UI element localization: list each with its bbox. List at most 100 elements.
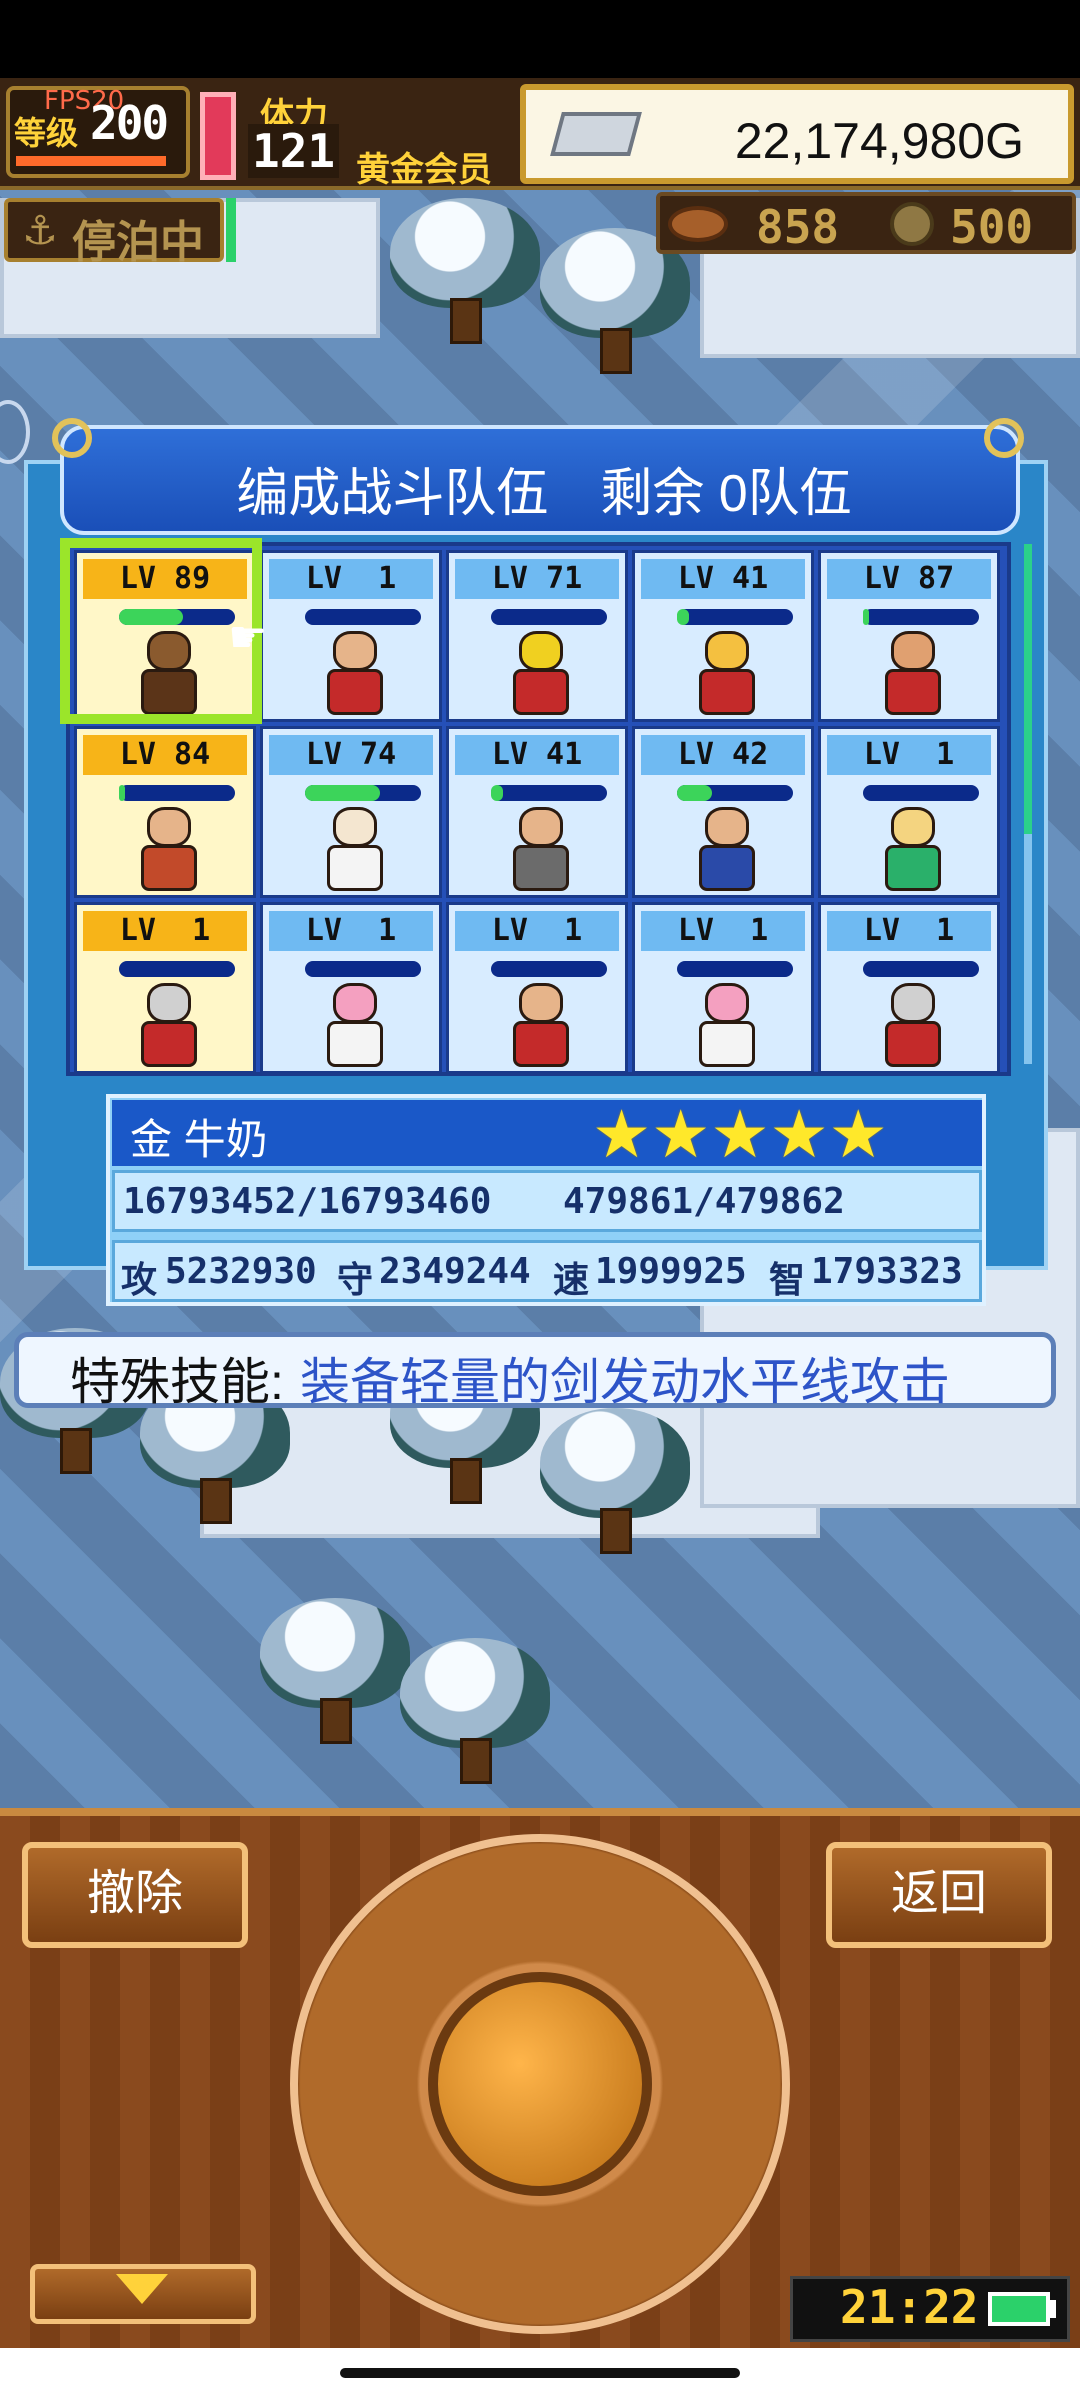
member-hp-bar — [863, 785, 979, 801]
resource-panel: 858 500 — [656, 192, 1076, 254]
stats-row: 攻 5232930 守 2349244 速 1999925 智 1793323 — [112, 1240, 982, 1302]
party-member-slot[interactable]: LV 41 — [632, 550, 814, 722]
grid-scroll-thumb[interactable] — [1024, 544, 1032, 834]
dock-status-label: 停泊中 — [72, 218, 204, 267]
member-hp-bar — [677, 961, 793, 977]
member-hp-bar — [677, 785, 793, 801]
member-level: LV 1 — [305, 561, 397, 596]
clock: 21:22 — [840, 2280, 979, 2334]
skill-description: 装备轻量的剑发动水平线攻击 — [300, 1354, 950, 1410]
stamina-value: 121 — [248, 124, 340, 178]
member-level: LV 1 — [863, 737, 955, 772]
party-member-slot[interactable]: LV 74 — [260, 726, 442, 898]
attack-label: 攻 — [121, 1260, 158, 1301]
member-level: LV 41 — [491, 737, 583, 772]
member-hp-bar — [305, 785, 421, 801]
party-member-slot[interactable]: LV 1 — [446, 902, 628, 1074]
membership-label: 黄金会员 — [356, 151, 492, 189]
member-hp-bar — [863, 961, 979, 977]
party-member-slot[interactable]: LV 1 — [632, 902, 814, 1074]
coin-icon — [890, 202, 934, 246]
resource2-value: 500 — [950, 200, 1034, 254]
member-hp-bar — [119, 961, 235, 977]
character-sprite — [495, 807, 587, 893]
hp-mp-row: 16793452/16793460 479861/479862 — [112, 1170, 982, 1232]
pointer-hand-icon: ☚ — [228, 613, 268, 662]
dialog-title-bar: 编成战斗队伍 剩余 0队伍 — [60, 425, 1020, 535]
dialog-title: 编成战斗队伍 剩余 0队伍 — [236, 465, 852, 523]
member-hp-bar — [305, 609, 421, 625]
member-level: LV 1 — [863, 913, 955, 948]
party-member-slot[interactable]: LV 84 — [74, 726, 256, 898]
defense-label: 守 — [337, 1260, 374, 1301]
party-member-slot[interactable]: LV 42 — [632, 726, 814, 898]
dock-status-badge[interactable]: ⚓ 停泊中 — [4, 198, 224, 267]
defense-value: 2349244 — [379, 1251, 531, 1292]
top-black-strip — [0, 0, 1080, 78]
member-hp-bar — [491, 785, 607, 801]
character-sprite — [309, 807, 401, 893]
skill-prefix: 特殊技能: — [70, 1354, 284, 1410]
status-indicator — [226, 198, 236, 262]
party-member-slot[interactable]: LV 87 — [818, 550, 1000, 722]
home-indicator[interactable] — [340, 2368, 740, 2378]
battery-tip — [1050, 2300, 1056, 2318]
speed-label: 速 — [553, 1260, 590, 1301]
gold-panel: 22,174,980G — [520, 84, 1074, 184]
stamina-gauge — [200, 92, 236, 180]
anchor-icon: ⚓ — [22, 209, 58, 253]
character-sprite — [681, 983, 773, 1069]
character-sprite — [309, 983, 401, 1069]
character-sprite — [123, 983, 215, 1069]
member-level: LV 1 — [119, 913, 211, 948]
dpad-center-button[interactable] — [428, 1972, 652, 2196]
member-hp-bar — [491, 609, 607, 625]
remove-button[interactable]: 撤除 — [22, 1842, 248, 1948]
member-level: LV 1 — [677, 913, 769, 948]
gold-bar-icon — [550, 112, 642, 156]
member-hp-bar — [491, 961, 607, 977]
attack-value: 5232930 — [165, 1251, 317, 1292]
member-level: LV 71 — [491, 561, 583, 596]
member-hp-bar — [305, 961, 421, 977]
gold-value: 22,174,980G — [734, 113, 1024, 169]
party-member-slot[interactable]: LV 1 — [74, 902, 256, 1074]
party-member-slot[interactable]: LV 1 — [260, 550, 442, 722]
level-label: 等级 — [14, 115, 79, 151]
member-hp-bar — [863, 609, 979, 625]
character-sprite — [309, 631, 401, 717]
member-level: LV 74 — [305, 737, 397, 772]
party-member-slot[interactable]: LV 1 — [818, 902, 1000, 1074]
battery-icon — [988, 2292, 1050, 2326]
member-hp-bar — [677, 609, 793, 625]
intelligence-label: 智 — [769, 1260, 806, 1301]
down-arrow-icon — [116, 2274, 168, 2304]
party-member-slot[interactable]: LV 71 — [446, 550, 628, 722]
character-sprite — [867, 631, 959, 717]
character-sprite — [123, 807, 215, 893]
mp-value: 479861/479862 — [563, 1181, 845, 1222]
character-sprite — [867, 807, 959, 893]
member-level: LV 1 — [305, 913, 397, 948]
party-member-slot[interactable]: LV 1 — [818, 726, 1000, 898]
character-sprite — [495, 983, 587, 1069]
member-level: LV 42 — [677, 737, 769, 772]
corner-ornament — [984, 418, 1024, 458]
rarity-stars: ★★★★★ — [592, 1097, 888, 1171]
member-level: LV 41 — [677, 561, 769, 596]
member-level: LV 1 — [491, 913, 583, 948]
meat-icon — [668, 206, 728, 242]
corner-ornament — [52, 418, 92, 458]
snow-tree — [540, 1408, 690, 1558]
member-hp-bar — [119, 785, 235, 801]
back-button[interactable]: 返回 — [826, 1842, 1052, 1948]
party-member-slot[interactable]: LV 1 — [260, 902, 442, 1074]
speed-value: 1999925 — [595, 1251, 747, 1292]
party-member-slot[interactable]: LV 41 — [446, 726, 628, 898]
member-level: LV 87 — [863, 561, 955, 596]
hp-value: 16793452/16793460 — [123, 1181, 492, 1222]
member-level: LV 84 — [119, 737, 211, 772]
character-sprite — [681, 807, 773, 893]
exp-bar — [16, 156, 166, 166]
character-name: 金 牛奶 — [130, 1116, 268, 1163]
